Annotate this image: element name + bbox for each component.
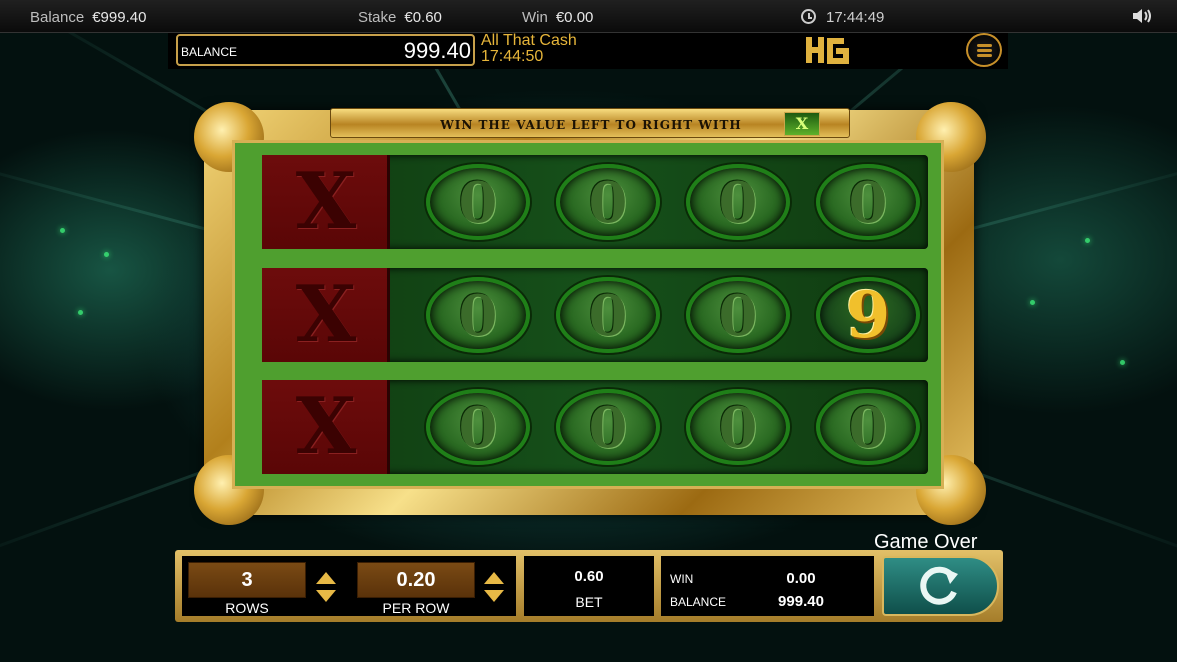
number-symbol: 0 bbox=[426, 277, 530, 353]
number-symbol: 0 bbox=[686, 277, 790, 353]
panel-balance-value: 999.40 bbox=[778, 593, 824, 610]
bg-spark bbox=[1120, 360, 1125, 365]
reel-row: X 0 0 0 0 bbox=[262, 155, 928, 249]
status-stake: Stake €0.60 bbox=[358, 9, 442, 26]
bet-value: 0.60 bbox=[574, 568, 604, 585]
number-symbol: 0 bbox=[686, 389, 790, 465]
status-bar: Balance €999.40 Stake €0.60 Win €0.00 17:44… bbox=[0, 0, 1177, 33]
status-balance-value: €999.40 bbox=[92, 9, 147, 26]
number-symbol-value: 0 bbox=[848, 170, 888, 236]
win-balance-display: WIN 0.00 BALANCE 999.40 bbox=[661, 556, 874, 616]
reel-row: X 0 0 0 9 bbox=[262, 268, 928, 362]
status-stake-value: €0.60 bbox=[404, 9, 442, 26]
replay-icon bbox=[920, 566, 958, 605]
number-symbol-value: 0 bbox=[718, 395, 758, 461]
rows-value: 3 bbox=[188, 562, 306, 598]
number-symbol-value: 9 bbox=[845, 278, 891, 353]
bet-label: BET bbox=[575, 594, 603, 610]
status-balance-label: Balance bbox=[30, 9, 85, 26]
clock-icon bbox=[801, 9, 816, 24]
status-win-value: €0.00 bbox=[555, 9, 594, 26]
reel-row: X 0 0 0 0 bbox=[262, 380, 928, 474]
number-symbol-value: 0 bbox=[458, 395, 498, 461]
number-symbol-value: 0 bbox=[588, 283, 628, 349]
menu-icon bbox=[977, 49, 992, 52]
speaker-icon[interactable] bbox=[1131, 7, 1155, 25]
x-symbol-cell: X bbox=[262, 268, 390, 362]
number-symbol-value: 0 bbox=[718, 170, 758, 236]
game-name: All That Cash bbox=[481, 32, 577, 49]
number-symbol: 0 bbox=[816, 389, 920, 465]
header-balance-label: BALANCE bbox=[181, 45, 238, 59]
rows-label: ROWS bbox=[225, 600, 269, 616]
per-row-value: 0.20 bbox=[357, 562, 475, 598]
number-symbol: 0 bbox=[556, 164, 660, 240]
bg-spark bbox=[1085, 238, 1090, 243]
x-symbol-cell: X bbox=[262, 380, 390, 474]
bet-display: 0.60 BET bbox=[524, 556, 654, 616]
per-row-down-button[interactable] bbox=[484, 590, 504, 602]
menu-icon bbox=[977, 54, 992, 57]
win-rule-text: WIN THE VALUE LEFT TO RIGHT WITH bbox=[440, 118, 742, 132]
number-symbol: 0 bbox=[816, 164, 920, 240]
menu-icon bbox=[977, 44, 992, 47]
play-again-button[interactable] bbox=[882, 556, 999, 616]
number-symbol-value: 0 bbox=[458, 283, 498, 349]
number-symbol-value: 0 bbox=[588, 170, 628, 236]
number-symbol-value: 0 bbox=[848, 395, 888, 461]
x-symbol: X bbox=[295, 381, 357, 472]
number-symbol: 0 bbox=[556, 389, 660, 465]
x-symbol: X bbox=[295, 156, 357, 247]
game-clock: 17:44:50 bbox=[481, 48, 544, 65]
menu-button[interactable] bbox=[966, 33, 1002, 67]
number-symbol: 0 bbox=[686, 164, 790, 240]
status-win: Win €0.00 bbox=[522, 9, 593, 26]
bg-spark bbox=[104, 252, 109, 257]
rows-down-button[interactable] bbox=[316, 590, 336, 602]
panel-balance-label: BALANCE bbox=[670, 595, 727, 609]
number-symbol: 0 bbox=[426, 389, 530, 465]
bg-spark bbox=[60, 228, 65, 233]
number-symbol-value: 0 bbox=[588, 395, 628, 461]
status-balance: Balance €999.40 bbox=[30, 9, 146, 26]
game-screen: Balance €999.40 Stake €0.60 Win €0.00 17:44… bbox=[0, 0, 1177, 662]
win-value: 0.00 bbox=[786, 570, 816, 587]
win-rule-symbol: X bbox=[784, 112, 820, 136]
number-symbol: 0 bbox=[556, 277, 660, 353]
rows-up-button[interactable] bbox=[316, 572, 336, 584]
header-balance-box: BALANCE 999.40 bbox=[176, 34, 475, 66]
x-symbol: X bbox=[295, 269, 357, 360]
per-row-up-button[interactable] bbox=[484, 572, 504, 584]
hg-logo bbox=[806, 37, 849, 64]
bg-spark bbox=[78, 310, 83, 315]
header-balance-value: 999.40 bbox=[403, 38, 471, 63]
game-title-block: All That Cash 17:44:50 bbox=[481, 33, 577, 65]
x-symbol-cell: X bbox=[262, 155, 390, 249]
number-symbol-value: 0 bbox=[458, 170, 498, 236]
status-time: 17:44:49 bbox=[826, 9, 885, 26]
gold-number-symbol: 9 bbox=[816, 277, 920, 353]
per-row-label: PER ROW bbox=[382, 600, 450, 616]
status-win-label: Win bbox=[522, 9, 548, 26]
win-label: WIN bbox=[670, 572, 694, 586]
number-symbol: 0 bbox=[426, 164, 530, 240]
status-stake-label: Stake bbox=[358, 9, 397, 26]
number-symbol-value: 0 bbox=[718, 283, 758, 349]
bg-spark bbox=[1030, 300, 1035, 305]
